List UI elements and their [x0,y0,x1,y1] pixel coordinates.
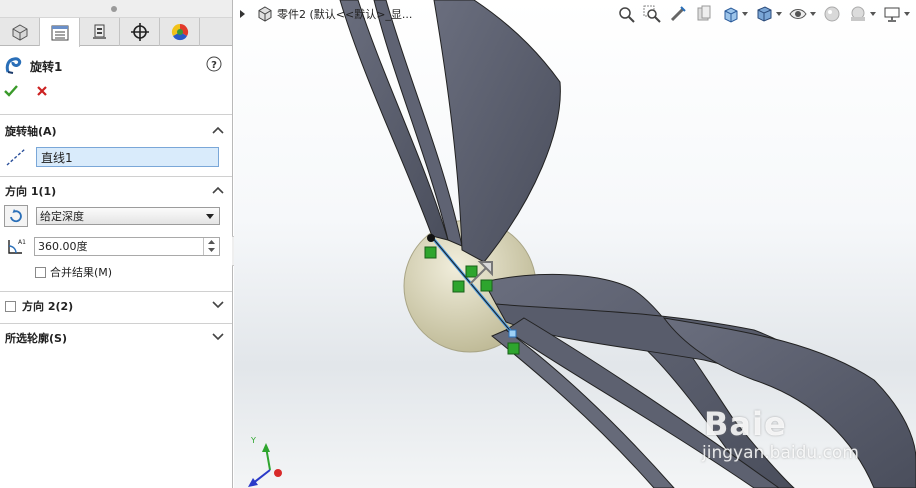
scene-icon [851,6,865,21]
svg-text:?: ? [211,60,217,71]
panel-grip[interactable] [0,0,232,18]
model-graphics [248,0,916,488]
svg-text:A1: A1 [18,239,26,246]
edit-appearance-button[interactable] [822,4,842,24]
end-condition-value: 给定深度 [40,210,84,223]
feature-tree-icon [12,24,27,41]
end-condition-select[interactable]: 给定深度 [36,207,220,225]
relation-marker [465,265,478,278]
relation-marker [507,342,520,355]
view-orientation-button[interactable] [720,4,740,24]
section-contours-header[interactable]: 所选轮廓(S) [0,327,232,349]
help-button[interactable]: ? [206,56,222,75]
section-direction2-title: 方向 2(2) [22,300,74,313]
ok-button[interactable] [4,84,18,98]
help-icon: ? [206,56,222,72]
display-style-button[interactable] [754,4,774,24]
display-style-icon [757,6,772,22]
section-contours-title: 所选轮廓(S) [5,332,67,345]
chevron-up-icon[interactable] [212,126,224,134]
section-direction1-header[interactable]: 方向 1(1) [0,180,232,202]
action-row [0,80,232,102]
appearance-icon [824,6,840,22]
angle-icon: A1 [8,239,26,254]
relation-marker [424,246,437,259]
part-name: 零件2 (默认<<默认>_显... [277,8,413,21]
chevron-down-icon[interactable] [212,333,224,341]
zoom-to-fit-button[interactable] [616,4,636,24]
zoom-to-area-button[interactable] [642,4,662,24]
reverse-direction-button[interactable] [4,205,28,227]
section-view-icon [697,5,711,21]
tab-configuration-manager[interactable] [80,18,120,46]
reference-triad [248,443,282,487]
heads-up-toolbar [616,4,910,24]
configuration-icon [92,24,106,39]
scene-button[interactable] [848,4,868,24]
tab-feature-manager[interactable] [0,18,40,46]
chevron-up-icon[interactable] [212,186,224,194]
triad-y-label: Y [251,436,256,445]
relation-marker [452,280,465,293]
previous-view-button[interactable] [668,4,688,24]
dropdown-arrow-icon [206,214,214,219]
cancel-button[interactable] [36,85,48,97]
merge-result-label: 合并结果(M) [50,266,113,279]
section-view-button[interactable] [694,4,714,24]
reverse-direction-icon [10,209,22,223]
monitor-icon [884,7,900,22]
property-list-icon [51,25,68,40]
axis-selection-field[interactable]: 直线1 [36,147,219,167]
chevron-down-icon[interactable] [212,301,224,309]
spin-down-icon[interactable] [204,246,219,254]
manager-tabs [0,18,232,47]
direction2-checkbox[interactable] [5,300,16,312]
tab-dimxpert-manager[interactable] [120,18,160,46]
angle-value: 360.00度 [38,240,88,253]
section-axis-title: 旋转轴(A) [5,125,57,138]
appearance-ball-icon [171,23,188,41]
axis-endpoint [427,234,435,242]
tab-display-manager[interactable] [160,18,200,46]
revolve-feature-icon [5,57,22,74]
eye-icon [789,9,807,19]
property-manager: 旋转1 ? 旋转轴(A) 直线1 方向 1(1) 给定深度 A1 360.00度… [0,0,233,488]
hide-show-items-button[interactable] [788,4,808,24]
spin-up-icon[interactable] [204,238,219,246]
feature-header: 旋转1 [0,52,232,80]
section-direction2-header[interactable]: 方向 2(2) [0,295,232,317]
section-axis-header[interactable]: 旋转轴(A) [0,120,232,142]
axis-endpoint-handle [508,329,517,338]
tab-property-manager[interactable] [40,18,80,47]
axis-selection-value: 直线1 [41,150,73,165]
section-direction1-title: 方向 1(1) [5,185,57,198]
angle-spinner[interactable] [203,237,219,255]
merge-result-checkbox[interactable] [35,266,46,278]
expand-arrow-icon[interactable] [240,10,245,18]
axis-line-icon [6,148,26,166]
zoom-to-area-icon [643,5,661,23]
relation-marker [480,279,493,292]
graphics-viewport[interactable]: Y 零件2 (默认<<默认>_显... Baie jingyan.baidu.c… [234,0,916,488]
watermark-url: jingyan.baidu.com [702,443,859,463]
view-orientation-icon [724,7,738,23]
watermark-logo: Baie [704,405,787,443]
zoom-to-fit-icon [619,7,635,23]
view-settings-button[interactable] [882,4,902,24]
feature-tree-flyout[interactable]: 零件2 (默认<<默认>_显... [240,6,412,22]
crosshair-icon [130,23,149,41]
part-icon [258,6,272,22]
angle-input[interactable]: 360.00度 [34,236,220,256]
previous-view-icon [670,6,686,22]
feature-title: 旋转1 [30,59,63,74]
